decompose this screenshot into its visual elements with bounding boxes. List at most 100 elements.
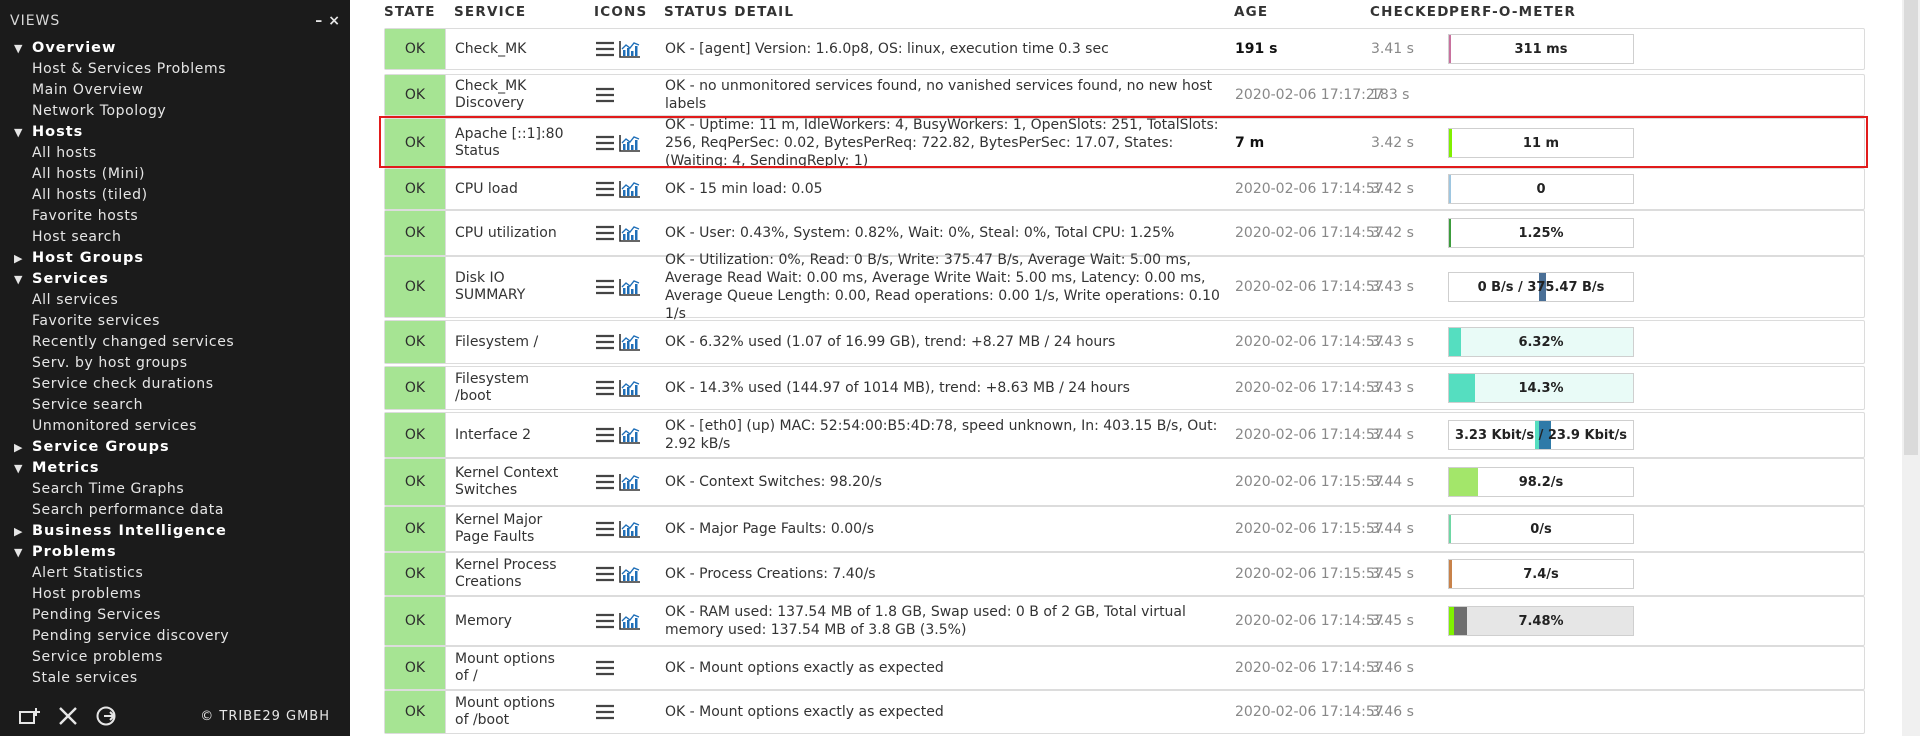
action-menu-icon[interactable] — [595, 613, 615, 629]
service-name-link[interactable]: Disk IO SUMMARY — [455, 257, 565, 317]
service-name-link[interactable]: Kernel Major Page Faults — [455, 507, 565, 551]
action-menu-icon[interactable] — [595, 41, 615, 57]
sidebar-item[interactable]: Stale services — [14, 668, 344, 689]
table-row[interactable]: OK Mount options of /boot OK - Mount optio… — [384, 690, 1865, 734]
table-row[interactable]: OK Filesystem / OK - 6.32% used (1.07 of 1… — [384, 320, 1865, 364]
perf-o-meter[interactable]: 3.23 Kbit/s / 23.9 Kbit/s — [1448, 420, 1634, 450]
graph-icon[interactable] — [619, 333, 641, 351]
header-state[interactable]: STATE — [384, 4, 436, 20]
action-menu-icon[interactable] — [595, 660, 615, 676]
sidebar-section-host-groups[interactable]: ▶ Host Groups — [14, 248, 344, 269]
sidebar-item[interactable]: Search performance data — [14, 500, 344, 521]
sidebar-item[interactable]: Search Time Graphs — [14, 479, 344, 500]
sidebar-item[interactable]: Alert Statistics — [14, 563, 344, 584]
table-row[interactable]: OK Kernel Process Creations OK - Process C… — [384, 552, 1865, 596]
minimize-icon[interactable]: – — [315, 13, 322, 29]
scrollbar[interactable] — [1902, 0, 1920, 736]
service-name-link[interactable]: Check_MK Discovery — [455, 75, 565, 115]
sidebar-item[interactable]: All hosts (tiled) — [14, 185, 344, 206]
sidebar-item[interactable]: Serv. by host groups — [14, 353, 344, 374]
graph-icon[interactable] — [619, 40, 641, 58]
action-menu-icon[interactable] — [595, 181, 615, 197]
triangle-right-icon[interactable]: ▶ — [14, 248, 32, 269]
triangle-down-icon[interactable]: ▼ — [14, 542, 32, 563]
service-name-link[interactable]: Kernel Context Switches — [455, 459, 565, 505]
sidebar-item[interactable]: Favorite services — [14, 311, 344, 332]
sidebar-item[interactable]: Network Topology — [14, 101, 344, 122]
table-row[interactable]: OK Interface 2 OK - [eth0] (up) MAC: 52:54… — [384, 412, 1865, 458]
triangle-right-icon[interactable]: ▶ — [14, 437, 32, 458]
service-name-link[interactable]: Check_MK — [455, 29, 565, 69]
scrollbar-thumb[interactable] — [1904, 0, 1918, 455]
sidebar-item[interactable]: Recently changed services — [14, 332, 344, 353]
sidebar-item[interactable]: Main Overview — [14, 80, 344, 101]
perf-o-meter[interactable]: 14.3% — [1448, 373, 1634, 403]
action-menu-icon[interactable] — [595, 566, 615, 582]
sidebar-item[interactable]: All hosts (Mini) — [14, 164, 344, 185]
perf-o-meter[interactable]: 0 B/s / 375.47 B/s — [1448, 272, 1634, 302]
graph-icon[interactable] — [619, 612, 641, 630]
sidebar-item[interactable]: Pending service discovery — [14, 626, 344, 647]
sidebar-item[interactable]: Host problems — [14, 584, 344, 605]
graph-icon[interactable] — [619, 379, 641, 397]
table-row[interactable]: OK Disk IO SUMMARY OK - Utilization: 0%, R… — [384, 252, 1865, 322]
sidebar-section-problems[interactable]: ▼ Problems — [14, 542, 344, 563]
perf-o-meter[interactable]: 7.4/s — [1448, 559, 1634, 589]
perf-o-meter[interactable]: 1.25% — [1448, 218, 1634, 248]
graph-icon[interactable] — [619, 520, 641, 538]
table-row[interactable]: OK Mount options of / OK - Mount options e… — [384, 646, 1865, 690]
sidebar-item[interactable]: Service check durations — [14, 374, 344, 395]
sidebar-section-overview[interactable]: ▼ Overview — [14, 38, 344, 59]
perf-o-meter[interactable]: 0/s — [1448, 514, 1634, 544]
service-name-link[interactable]: Kernel Process Creations — [455, 553, 565, 595]
service-name-link[interactable]: CPU utilization — [455, 211, 565, 255]
sidebar-section-service-groups[interactable]: ▶ Service Groups — [14, 437, 344, 458]
table-row[interactable]: OK Check_MK OK - [agent] Version: 1.6.0p8,… — [384, 28, 1865, 70]
logout-icon[interactable] — [94, 704, 118, 728]
perf-o-meter[interactable]: 7.48% — [1448, 606, 1634, 636]
triangle-down-icon[interactable]: ▼ — [14, 458, 32, 479]
header-age[interactable]: AGE — [1234, 4, 1268, 20]
service-name-link[interactable]: Interface 2 — [455, 413, 565, 457]
add-snapin-icon[interactable] — [18, 704, 42, 728]
action-menu-icon[interactable] — [595, 427, 615, 443]
table-row[interactable]: OK Memory OK - RAM used: 137.54 MB of 1.8 … — [384, 596, 1865, 646]
graph-icon[interactable] — [619, 224, 641, 242]
table-row[interactable]: OK Kernel Major Page Faults OK - Major Pag… — [384, 506, 1865, 552]
sidebar-item[interactable]: Service problems — [14, 647, 344, 668]
close-icon[interactable]: × — [328, 13, 340, 29]
triangle-down-icon[interactable]: ▼ — [14, 269, 32, 290]
action-menu-icon[interactable] — [595, 380, 615, 396]
sidebar-item[interactable]: Host & Services Problems — [14, 59, 344, 80]
graph-icon[interactable] — [619, 426, 641, 444]
service-name-link[interactable]: CPU load — [455, 169, 565, 209]
graph-icon[interactable] — [619, 565, 641, 583]
sidebar-section-metrics[interactable]: ▼ Metrics — [14, 458, 344, 479]
triangle-down-icon[interactable]: ▼ — [14, 122, 32, 143]
perf-o-meter[interactable]: 0 — [1448, 174, 1634, 204]
header-status-detail[interactable]: STATUS DETAIL — [664, 4, 794, 20]
table-row[interactable]: OK Check_MK Discovery OK - no unmonitored … — [384, 74, 1865, 116]
header-service[interactable]: SERVICE — [454, 4, 526, 20]
table-row[interactable]: OK CPU load OK - 15 min load: 0.05 2020-02-… — [384, 168, 1865, 210]
header-perf-o-meter[interactable]: PERF-O-METER — [1449, 4, 1576, 20]
sidebar-item[interactable]: Favorite hosts — [14, 206, 344, 227]
edit-icon[interactable] — [56, 704, 80, 728]
sidebar-item[interactable]: Pending Services — [14, 605, 344, 626]
perf-o-meter[interactable]: 6.32% — [1448, 327, 1634, 357]
service-name-link[interactable]: Mount options of / — [455, 647, 565, 689]
sidebar-section-services[interactable]: ▼ Services — [14, 269, 344, 290]
table-row[interactable]: OK Filesystem /boot OK - 14.3% used (144.9… — [384, 366, 1865, 410]
action-menu-icon[interactable] — [595, 474, 615, 490]
perf-o-meter[interactable]: 98.2/s — [1448, 467, 1634, 497]
graph-icon[interactable] — [619, 180, 641, 198]
service-name-link[interactable]: Filesystem /boot — [455, 367, 565, 409]
table-row[interactable]: OK Kernel Context Switches OK - Context Sw… — [384, 458, 1865, 506]
service-name-link[interactable]: Memory — [455, 597, 565, 645]
sidebar-item[interactable]: Host search — [14, 227, 344, 248]
service-name-link[interactable]: Filesystem / — [455, 321, 565, 363]
triangle-right-icon[interactable]: ▶ — [14, 521, 32, 542]
sidebar-item[interactable]: Unmonitored services — [14, 416, 344, 437]
sidebar-item[interactable]: All services — [14, 290, 344, 311]
service-name-link[interactable]: Mount options of /boot — [455, 691, 565, 733]
